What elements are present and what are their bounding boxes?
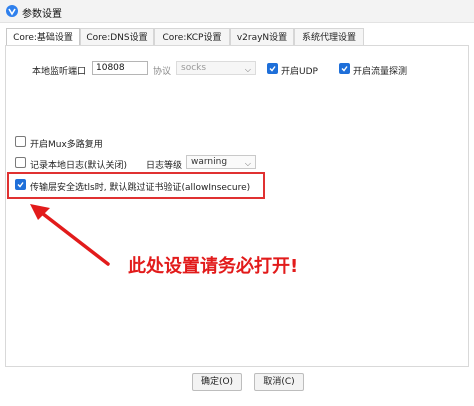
mux-label: 开启Mux多路复用 [30,140,103,150]
chevron-down-icon: ⌵ [244,65,251,74]
settings-window: 参数设置 Core:基础设置 Core:DNS设置 Core:KCP设置 v2r… [0,0,474,406]
enable-udp-label: 开启UDP [281,67,318,77]
allow-insecure-label: 传输层安全选tls时, 默认跳过证书验证(allowInsecure) [30,183,251,193]
mux-checkbox[interactable] [15,136,26,147]
protocol-select[interactable]: socks ⌵ [176,61,256,75]
tab-core-kcp[interactable]: Core:KCP设置 [154,28,230,46]
log-level-label: 日志等级 [146,161,183,171]
chevron-down-icon: ⌵ [244,159,251,168]
check-icon [17,182,24,188]
allow-insecure-checkbox[interactable] [15,179,26,190]
check-icon [269,66,276,72]
tab-system-proxy[interactable]: 系统代理设置 [294,28,364,46]
listen-port-input[interactable]: 10808 [92,61,148,75]
enable-sniffing-checkbox[interactable] [339,63,350,74]
enable-sniffing-label: 开启流量探测 [353,67,408,77]
log-label: 记录本地日志(默认关闭) [30,161,128,171]
log-level-select-value: warning [191,157,228,167]
log-checkbox[interactable] [15,157,26,168]
enable-udp-checkbox[interactable] [267,63,278,74]
annotation-callout: 此处设置请务必打开! [128,256,299,277]
window-title: 参数设置 [22,9,62,20]
tab-core-dns[interactable]: Core:DNS设置 [80,28,154,46]
protocol-select-value: socks [181,63,207,73]
ok-button[interactable]: 确定(O) [192,373,242,391]
tab-v2rayn[interactable]: v2rayN设置 [230,28,294,46]
cancel-button[interactable]: 取消(C) [254,373,304,391]
protocol-label: 协议 [153,67,172,77]
title-bar: 参数设置 [0,0,474,23]
listen-port-label: 本地监听端口 [32,67,87,77]
app-logo-icon [6,5,18,17]
log-level-select[interactable]: warning ⌵ [186,155,256,169]
red-arrow-icon [30,204,110,266]
check-icon [341,66,348,72]
